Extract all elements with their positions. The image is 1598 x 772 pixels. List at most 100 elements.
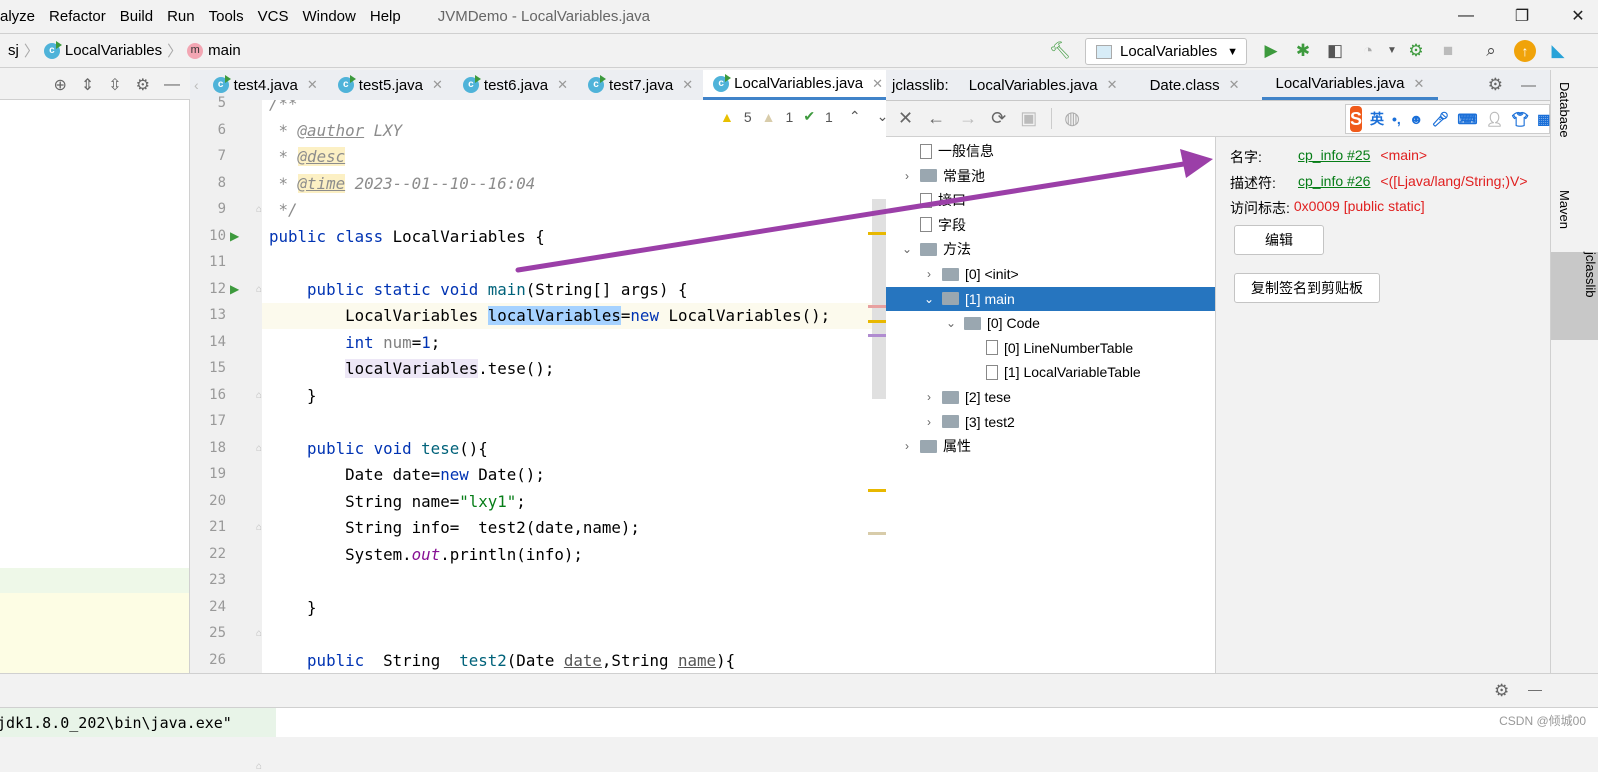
descriptor-cp-link[interactable]: cp_info #26 — [1298, 173, 1370, 193]
tree-node[interactable]: [0] LineNumberTable — [960, 336, 1133, 360]
profile-icon[interactable]: ◔ — [1356, 38, 1380, 64]
expand-all-icon[interactable]: ⇕ — [81, 75, 94, 95]
user-icon[interactable]: 👤︎ — [1486, 111, 1504, 128]
weak-warning-marker[interactable] — [868, 532, 886, 535]
hide-icon[interactable]: — — [164, 76, 180, 94]
build-hammer-icon[interactable]: 🔨︎ — [1048, 38, 1072, 64]
tab-localvariables[interactable]: c LocalVariables.java ✕ — [703, 70, 894, 100]
tree-node[interactable]: ⌄ [0] Code — [938, 311, 1040, 335]
close-icon[interactable]: ✕ — [1413, 76, 1424, 92]
save-icon[interactable]: ▣ — [1020, 108, 1037, 129]
previous-highlight-icon[interactable]: ⌃ — [849, 108, 861, 125]
toolbox-icon[interactable]: ◣ — [1546, 38, 1570, 64]
maven-tool-button[interactable]: Maven — [1557, 190, 1572, 229]
menu-run[interactable]: Run — [160, 8, 202, 25]
forward-icon[interactable]: → — [959, 108, 977, 129]
hide-icon[interactable]: — — [1528, 681, 1542, 697]
close-icon[interactable]: ✕ — [898, 108, 913, 129]
inspection-widget[interactable]: ▲ 5 ▲ 1 ✔ 1 ⌃ ⌄ — [720, 108, 888, 125]
restore-button[interactable]: ❐ — [1502, 6, 1542, 26]
close-icon[interactable]: ✕ — [307, 77, 318, 93]
chevron-down-icon[interactable]: ⌄ — [900, 237, 914, 261]
debug-icon[interactable]: ✱ — [1291, 38, 1315, 64]
menu-vcs[interactable]: VCS — [251, 8, 296, 25]
gear-icon[interactable]: ⚙ — [1494, 681, 1509, 701]
jtab-localvariables-1[interactable]: LocalVariables.java ✕ — [959, 70, 1128, 100]
tree-node[interactable]: › [0] <init> — [916, 262, 1019, 286]
close-icon[interactable]: ✕ — [557, 77, 568, 93]
update-icon[interactable]: ↑ — [1514, 40, 1536, 62]
jclasslib-tool-button[interactable]: jclasslib — [1551, 252, 1598, 340]
microphone-icon[interactable]: 🎤︎ — [1432, 111, 1450, 128]
tree-node[interactable]: 接口 — [894, 188, 966, 212]
editor-scrollbar[interactable] — [872, 199, 886, 399]
warning-marker[interactable] — [868, 232, 886, 235]
close-icon[interactable]: ✕ — [432, 77, 443, 93]
jtab-date-class[interactable]: Date.class ✕ — [1140, 70, 1250, 100]
edit-button[interactable]: 编辑 — [1234, 225, 1324, 255]
attach-debugger-icon[interactable]: ⚙ — [1404, 38, 1428, 64]
close-icon[interactable]: ✕ — [872, 76, 883, 92]
tree-node[interactable]: [1] LocalVariableTable — [960, 360, 1141, 384]
locate-icon[interactable]: ⊕ — [53, 75, 66, 95]
tree-node[interactable]: › [2] tese — [916, 385, 1011, 409]
skin-icon[interactable]: 👕︎ — [1511, 111, 1529, 128]
back-icon[interactable]: ← — [927, 108, 945, 129]
web-icon[interactable]: ◍ — [1051, 108, 1080, 129]
menu-analyze[interactable]: alyze — [0, 8, 42, 25]
tab-test6[interactable]: c test6.java ✕ — [453, 70, 578, 100]
warning-marker[interactable] — [868, 489, 886, 492]
apps-icon[interactable]: ▦ — [1537, 111, 1550, 128]
jtab-localvariables-2[interactable]: LocalVariables.java ✕ — [1261, 70, 1439, 100]
chevron-right-icon[interactable]: › — [922, 410, 936, 434]
coverage-icon[interactable]: ◧ — [1323, 38, 1347, 64]
run-configuration-select[interactable]: LocalVariables ▼ — [1085, 38, 1247, 65]
run-icon[interactable]: ▶ — [1259, 38, 1283, 64]
tab-test7[interactable]: c test7.java ✕ — [578, 70, 703, 100]
menu-tools[interactable]: Tools — [202, 8, 251, 25]
tabs-scroll-left-icon[interactable]: ‹ — [190, 77, 203, 93]
breadcrumb-method[interactable]: main — [208, 42, 241, 59]
minimize-button[interactable]: — — [1446, 7, 1486, 25]
chevron-down-icon[interactable]: ⌄ — [944, 311, 958, 335]
tree-node[interactable]: ⌄ [1] main — [886, 286, 1215, 311]
run-gutter-icon[interactable]: ▶ — [230, 229, 239, 243]
close-icon[interactable]: ✕ — [682, 77, 693, 93]
hide-icon[interactable]: — — [1521, 77, 1536, 94]
chevron-right-icon[interactable]: › — [900, 164, 914, 188]
tree-node[interactable]: 一般信息 — [894, 139, 994, 163]
database-tool-button[interactable]: Database — [1557, 82, 1572, 138]
tree-node[interactable]: › 常量池 — [894, 164, 985, 188]
keyboard-icon[interactable]: ⌨ — [1457, 111, 1477, 128]
run-gutter-icon[interactable]: ▶ — [230, 282, 239, 296]
search-icon[interactable]: ⌕ — [1479, 38, 1503, 64]
ime-language[interactable]: 英 — [1370, 109, 1384, 129]
close-button[interactable]: ✕ — [1558, 6, 1598, 26]
close-icon[interactable]: ✕ — [1107, 77, 1118, 93]
menu-refactor[interactable]: Refactor — [42, 8, 113, 25]
profile-dropdown-icon[interactable]: ▼ — [1380, 38, 1404, 64]
tree-node[interactable]: ⌄ 方法 — [894, 237, 971, 261]
ime-punctuation[interactable]: •, — [1392, 111, 1401, 127]
usage-marker[interactable] — [868, 334, 886, 337]
close-icon[interactable]: ✕ — [1229, 77, 1240, 93]
error-marker[interactable] — [868, 305, 886, 308]
refresh-icon[interactable]: ⟳ — [991, 108, 1006, 129]
copy-signature-button[interactable]: 复制签名到剪贴板 — [1234, 273, 1380, 303]
breadcrumb-sj[interactable]: sj — [8, 42, 19, 59]
chevron-down-icon[interactable]: ⌄ — [922, 287, 936, 311]
emoji-icon[interactable]: ☻ — [1409, 111, 1424, 127]
stop-icon[interactable]: ■ — [1436, 38, 1460, 64]
menu-build[interactable]: Build — [113, 8, 160, 25]
warning-marker[interactable] — [868, 320, 886, 323]
breadcrumb-class[interactable]: LocalVariables — [65, 42, 162, 59]
sogou-logo-icon[interactable]: S — [1350, 106, 1363, 132]
tree-node[interactable]: 字段 — [894, 213, 966, 237]
gear-icon[interactable]: ⚙ — [136, 75, 150, 95]
chevron-right-icon[interactable]: › — [922, 385, 936, 409]
menu-help[interactable]: Help — [363, 8, 408, 25]
gear-icon[interactable]: ⚙ — [1488, 75, 1503, 95]
chevron-right-icon[interactable]: › — [922, 262, 936, 286]
tree-node[interactable]: › [3] test2 — [916, 410, 1015, 434]
chevron-right-icon[interactable]: › — [900, 434, 914, 458]
